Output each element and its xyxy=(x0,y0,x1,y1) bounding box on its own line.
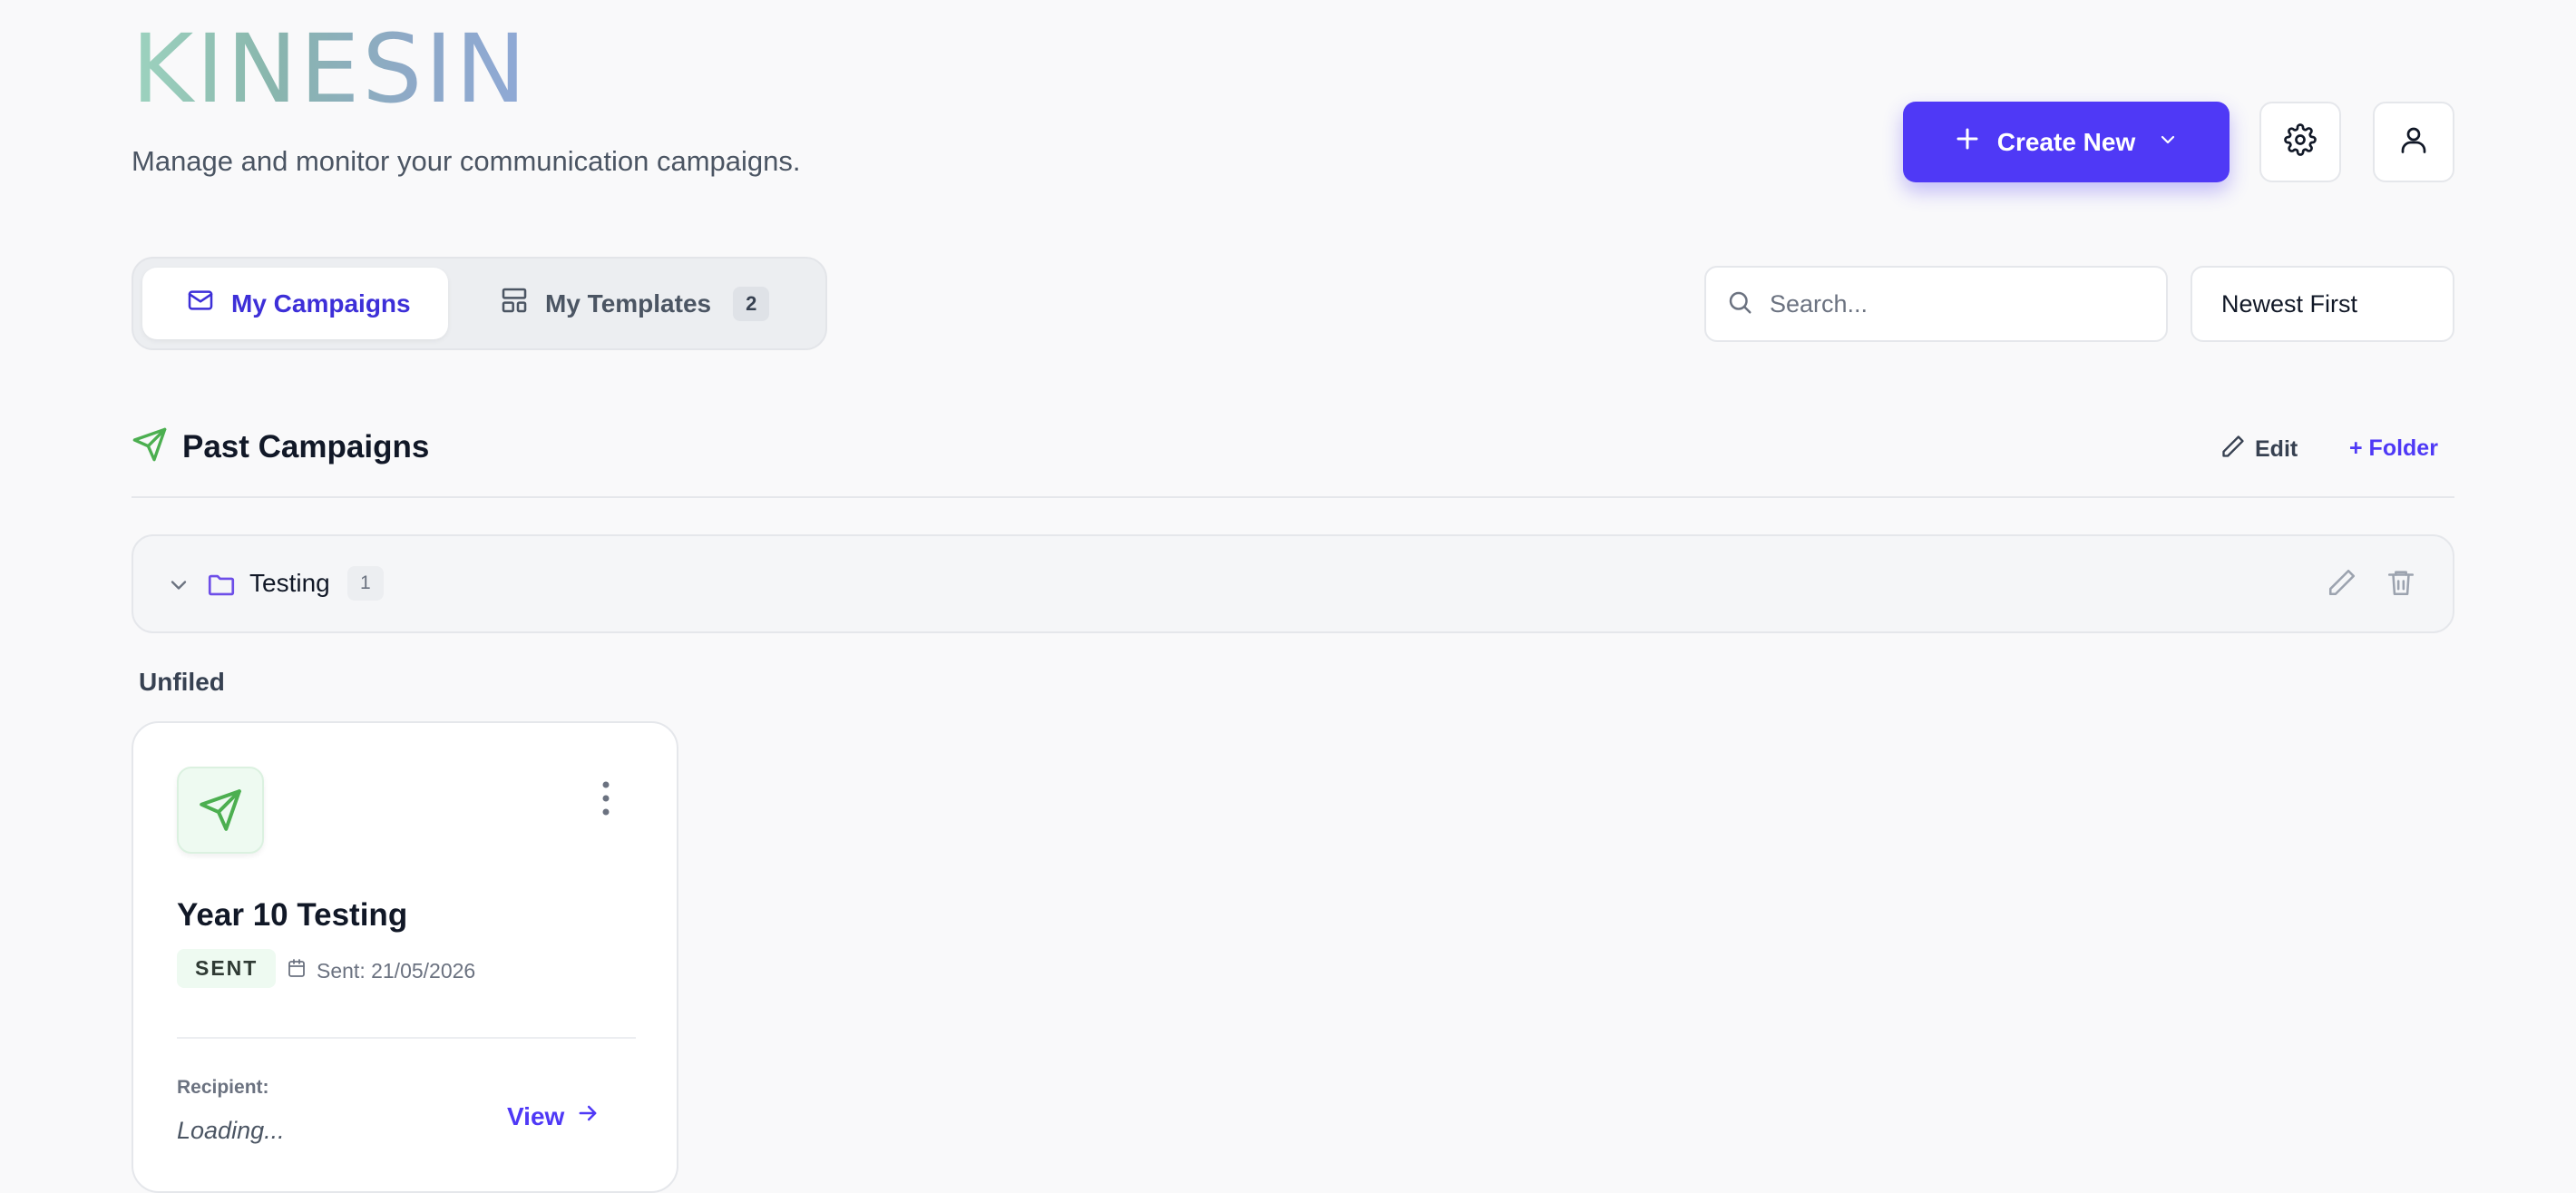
create-new-label: Create New xyxy=(1996,127,2136,156)
chevron-down-icon[interactable] xyxy=(166,572,191,602)
recipient-value: Loading... xyxy=(177,1117,285,1144)
trash-icon[interactable] xyxy=(2386,567,2416,602)
folder-row[interactable]: Testing 1 xyxy=(132,534,2454,633)
arrow-right-icon xyxy=(575,1100,600,1132)
tab-label: My Campaigns xyxy=(231,288,411,318)
profile-button[interactable] xyxy=(2373,102,2454,182)
user-icon xyxy=(2397,123,2430,161)
campaign-tabs: My Campaigns My Templates 2 xyxy=(132,257,827,350)
past-campaigns-header: Past Campaigns xyxy=(132,426,429,467)
section-divider xyxy=(132,496,2454,498)
recipient-label: Recipient: xyxy=(177,1077,269,1098)
sort-selected-value: Newest First xyxy=(2221,289,2358,318)
gear-icon xyxy=(2284,123,2317,161)
pencil-icon[interactable] xyxy=(2327,567,2357,602)
campaign-card[interactable]: Year 10 Testing SENT Sent: 21/05/2026 Re… xyxy=(132,721,678,1193)
search-icon xyxy=(1726,288,1753,320)
card-divider xyxy=(177,1037,636,1039)
search-box[interactable] xyxy=(1704,266,2168,342)
sent-date: Sent: 21/05/2026 xyxy=(286,957,475,984)
view-label: View xyxy=(507,1101,565,1130)
add-folder-button[interactable]: + Folder xyxy=(2349,435,2438,462)
pencil-icon xyxy=(2220,434,2246,465)
mail-icon xyxy=(186,286,215,321)
edit-folders-button[interactable]: Edit xyxy=(2220,434,2298,465)
edit-label: Edit xyxy=(2255,436,2298,462)
templates-count-badge: 2 xyxy=(733,286,770,321)
folder-count-badge: 1 xyxy=(347,566,384,601)
sent-date-text: Sent: 21/05/2026 xyxy=(317,958,476,983)
status-badge: SENT xyxy=(177,949,277,988)
page-subtitle: Manage and monitor your communication ca… xyxy=(132,145,801,177)
tab-my-campaigns[interactable]: My Campaigns xyxy=(142,268,448,339)
send-icon xyxy=(177,767,264,854)
app-logo: KINESIN xyxy=(132,14,529,124)
folder-name: Testing xyxy=(249,569,330,597)
chevron-down-icon xyxy=(2157,128,2179,157)
view-campaign-link[interactable]: View xyxy=(507,1100,600,1132)
layout-icon xyxy=(500,286,529,321)
tab-label: My Templates xyxy=(545,288,712,318)
campaign-title: Year 10 Testing xyxy=(177,897,408,933)
unfiled-heading: Unfiled xyxy=(139,668,225,696)
settings-button[interactable] xyxy=(2259,102,2341,182)
folder-icon xyxy=(206,570,237,605)
create-new-button[interactable]: Create New xyxy=(1903,102,2230,182)
plus-icon xyxy=(1954,125,1981,159)
sort-select[interactable]: Newest First xyxy=(2191,266,2454,342)
search-input[interactable] xyxy=(1768,288,2134,319)
more-vertical-icon[interactable] xyxy=(592,779,620,817)
calendar-icon xyxy=(286,957,307,984)
send-icon xyxy=(132,426,168,467)
section-title: Past Campaigns xyxy=(182,428,430,464)
tab-my-templates[interactable]: My Templates 2 xyxy=(487,268,795,339)
